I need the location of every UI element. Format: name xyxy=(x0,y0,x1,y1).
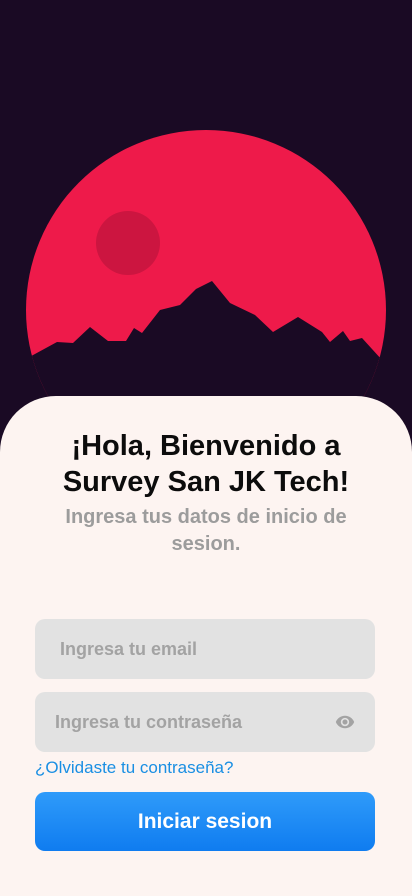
hero-illustration xyxy=(0,0,412,430)
login-button[interactable]: Iniciar sesion xyxy=(35,792,375,851)
welcome-title-line2: Survey San JK Tech! xyxy=(62,466,350,498)
eye-icon[interactable] xyxy=(335,712,355,732)
welcome-title-line1: ¡Hola, Bienvenido a xyxy=(71,430,341,462)
welcome-title: ¡Hola, Bienvenido a Survey San JK Tech! xyxy=(20,428,392,500)
moon-circle xyxy=(96,211,160,275)
forgot-password-link[interactable]: ¿Olvidaste tu contraseña? xyxy=(35,758,233,778)
mountain-sun-illustration xyxy=(26,130,386,430)
email-field xyxy=(35,619,375,679)
password-field xyxy=(35,692,375,752)
email-input[interactable] xyxy=(35,619,375,679)
password-input[interactable] xyxy=(35,692,375,752)
welcome-subtitle: Ingresa tus datos de inicio de sesion. xyxy=(65,506,347,555)
